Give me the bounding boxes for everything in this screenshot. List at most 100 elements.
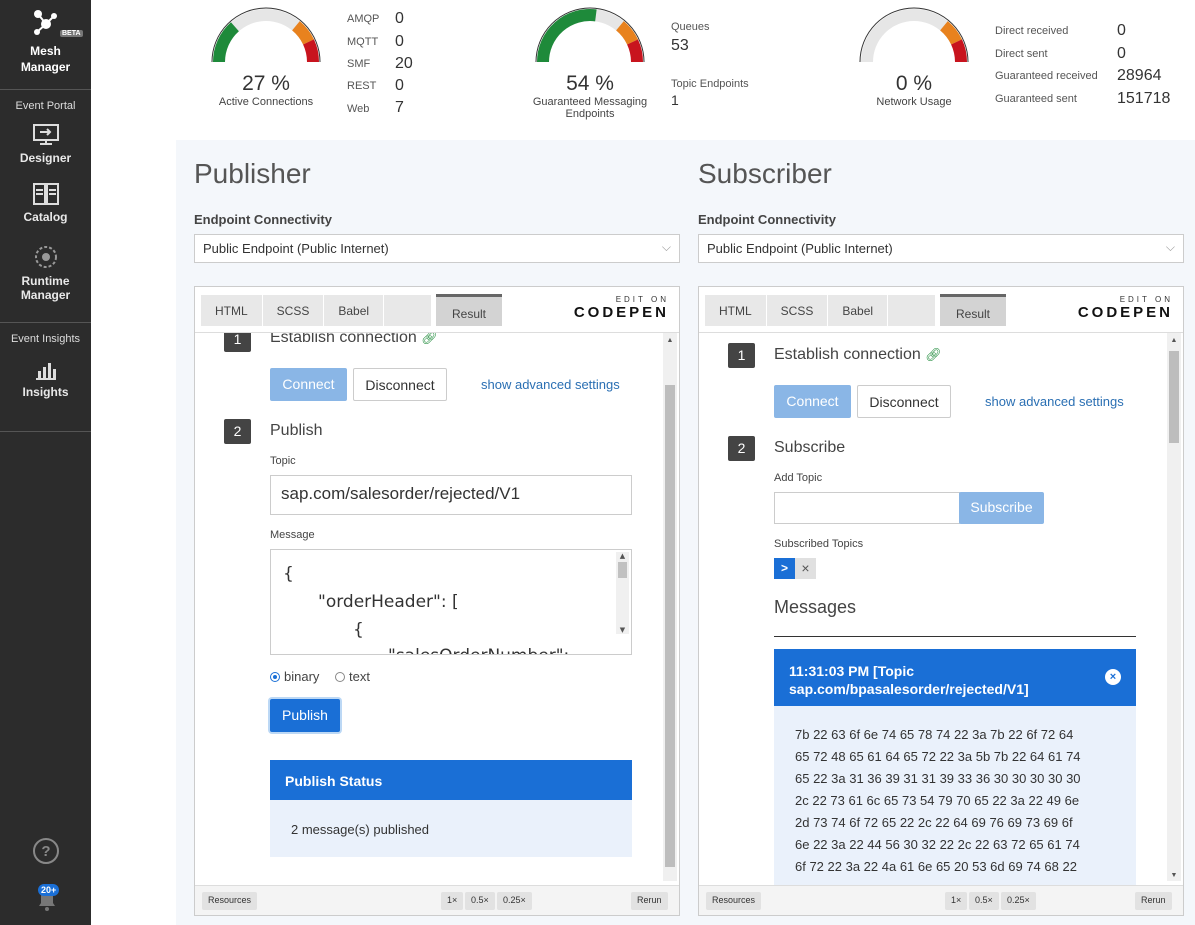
tab-scss[interactable]: SCSS: [263, 295, 325, 326]
brand-name: Mesh Manager: [20, 44, 71, 74]
section-event-portal: Event Portal: [15, 100, 76, 112]
gauge-warning-band: [939, 21, 962, 45]
gauge-percent: 54 %: [566, 72, 614, 95]
subscriber-endpoint-select[interactable]: Public Endpoint (Public Internet) ⌵: [698, 234, 1184, 263]
gauge-fill: [537, 9, 597, 63]
textarea-scrollbar[interactable]: ▲ ▼: [616, 552, 629, 634]
beta-badge: BETA: [60, 30, 83, 37]
codepen-toolbar: HTML SCSS Babel Result EDIT ON CODEPEN: [195, 287, 679, 333]
tab-html[interactable]: HTML: [201, 295, 263, 326]
connect-button[interactable]: Connect: [270, 368, 347, 401]
gauge-arc: [535, 7, 645, 63]
rerun-button[interactable]: Rerun: [631, 892, 668, 910]
help-icon[interactable]: ?: [32, 837, 60, 865]
close-icon[interactable]: ×: [1105, 669, 1121, 685]
publish-status-panel: Publish Status 2 message(s) published: [270, 760, 632, 857]
gauge-percent: 27 %: [242, 72, 290, 95]
subscribe-button[interactable]: Subscribe: [959, 492, 1044, 524]
tab-babel[interactable]: Babel: [828, 295, 889, 326]
publish-status-text: 2 message(s) published: [291, 822, 430, 837]
stat-web: Web 7: [347, 99, 404, 116]
stat-mqtt: MQTT 0: [347, 33, 404, 50]
stat-amqp: AMQP 0: [347, 10, 404, 27]
subscribed-topics-label: Subscribed Topics: [774, 538, 864, 550]
remove-topic-button[interactable]: ×: [795, 558, 816, 579]
zoom-025x-button[interactable]: 0.25×: [1001, 892, 1036, 910]
publisher-endpoint-label: Endpoint Connectivity: [194, 212, 332, 227]
gauge-arc: [211, 7, 321, 63]
notifications-button[interactable]: 20+: [32, 884, 62, 914]
message-header: 11:31:03 PM [Topic sap.com/bpasalesorder…: [774, 649, 1136, 706]
sidebar-item-designer[interactable]: Designer: [0, 118, 91, 180]
publisher-endpoint-select[interactable]: Public Endpoint (Public Internet) ⌵: [194, 234, 680, 263]
disconnect-button[interactable]: Disconnect: [857, 385, 951, 418]
advanced-settings-link[interactable]: show advanced settings: [481, 377, 620, 392]
radio-text[interactable]: text: [335, 669, 370, 684]
zoom-05x-button[interactable]: 0.5×: [969, 892, 999, 910]
add-topic-input[interactable]: [774, 492, 960, 524]
zoom-1x-button[interactable]: 1×: [945, 892, 968, 910]
chevron-down-icon: ⌵: [661, 240, 671, 254]
stat-guaranteed-received: Guaranteed received 28964: [995, 67, 1162, 84]
main-content: Publisher Endpoint Connectivity Public E…: [176, 140, 1195, 925]
mesh-logo-icon: [34, 10, 57, 35]
step-title: Establish connection 🔗︎: [774, 346, 942, 363]
gauge-danger-band: [950, 39, 967, 63]
gauge-arc: [859, 7, 969, 63]
link-icon: 🔗︎: [925, 347, 942, 362]
notification-count-badge: 20+: [38, 884, 60, 896]
sidebar-item-insights[interactable]: Insights: [0, 351, 91, 431]
publisher-scrollbar[interactable]: ▲: [663, 333, 677, 881]
rerun-button[interactable]: Rerun: [1135, 892, 1172, 910]
catalog-icon: [32, 183, 59, 205]
stat-guaranteed-sent: Guaranteed sent 151718: [995, 90, 1171, 107]
subscriber-endpoint-label: Endpoint Connectivity: [698, 212, 836, 227]
messages-title: Messages: [774, 597, 857, 617]
codepen-link[interactable]: EDIT ON CODEPEN: [1078, 295, 1173, 321]
codepen-footer: Resources 1× 0.5× 0.25× Rerun: [195, 885, 679, 915]
disconnect-button[interactable]: Disconnect: [353, 368, 447, 401]
stats-header: 27 % Active Connections 54 % Guaranteed …: [91, 0, 1195, 140]
add-topic-label: Add Topic: [774, 472, 823, 484]
message-textarea[interactable]: { "orderHeader": [ { "salesOrderNumber":…: [270, 549, 632, 655]
publish-button[interactable]: Publish: [270, 699, 340, 732]
radio-binary[interactable]: binary: [270, 669, 319, 684]
step-title: Establish connection 🔗︎: [270, 333, 438, 347]
message-card: 11:31:03 PM [Topic sap.com/bpasalesorder…: [774, 649, 1136, 885]
resources-button[interactable]: Resources: [202, 892, 258, 910]
step-number: 2: [224, 419, 251, 444]
zoom-1x-button[interactable]: 1×: [441, 892, 464, 910]
advanced-settings-link[interactable]: show advanced settings: [985, 394, 1124, 409]
step-number: 2: [728, 436, 755, 461]
connect-button[interactable]: Connect: [774, 385, 851, 418]
gauge-label: Network Usage: [876, 96, 952, 108]
tab-result[interactable]: Result: [436, 294, 502, 326]
publisher-codepen-frame: HTML SCSS Babel Result EDIT ON CODEPEN 1…: [194, 286, 680, 916]
tab-result[interactable]: Result: [940, 294, 1006, 326]
brand-logo[interactable]: BETA Mesh Manager: [0, 0, 91, 90]
stat-direct-sent: Direct sent 0: [995, 45, 1126, 62]
sidebar-item-catalog[interactable]: Catalog: [0, 180, 91, 242]
tab-html[interactable]: HTML: [705, 295, 767, 326]
gauge-danger-band: [302, 39, 319, 63]
bar-chart-icon: [35, 363, 56, 380]
codepen-toolbar: HTML SCSS Babel Result EDIT ON CODEPEN: [699, 287, 1183, 333]
sidebar-item-runtime-manager[interactable]: Runtime Manager: [0, 242, 91, 322]
resources-button[interactable]: Resources: [706, 892, 762, 910]
gauge-guaranteed-messaging: 54 % Guaranteed Messaging Endpoints: [527, 4, 653, 120]
zoom-025x-button[interactable]: 0.25×: [497, 892, 532, 910]
step-title: Subscribe: [774, 439, 846, 456]
codepen-link[interactable]: EDIT ON CODEPEN: [574, 295, 669, 321]
message-body: 7b 22 63 6f 6e 74 65 78 74 22 3a 7b 22 6…: [795, 727, 1081, 874]
subscriber-codepen-frame: HTML SCSS Babel Result EDIT ON CODEPEN 1…: [698, 286, 1184, 916]
subscriber-scrollbar[interactable]: ▲ ▼: [1167, 333, 1181, 881]
gauge-network-usage: 0 % Network Usage: [851, 4, 977, 108]
tab-babel[interactable]: Babel: [324, 295, 385, 326]
tab-scss[interactable]: SCSS: [767, 295, 829, 326]
codepen-footer: Resources 1× 0.5× 0.25× Rerun: [699, 885, 1183, 915]
step-number: 1: [224, 333, 251, 352]
zoom-05x-button[interactable]: 0.5×: [465, 892, 495, 910]
topic-input[interactable]: sap.com/salesorder/rejected/V1: [270, 475, 632, 515]
globe-icon: [34, 246, 57, 268]
topic-chip[interactable]: >: [774, 558, 795, 579]
